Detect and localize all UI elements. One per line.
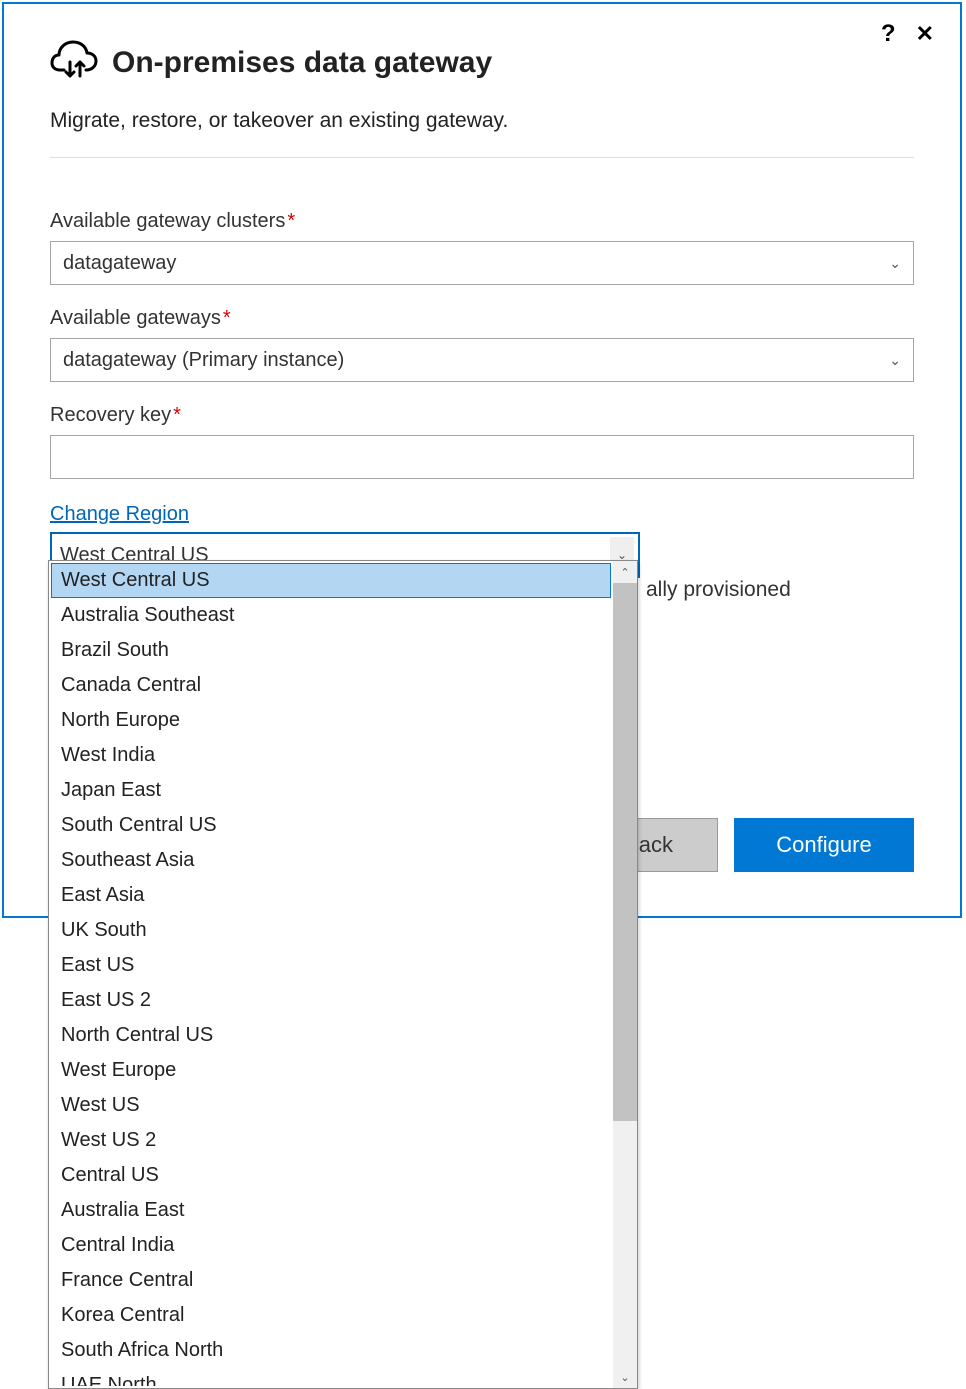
region-option[interactable]: South Africa North	[51, 1333, 611, 1368]
required-asterisk: *	[287, 210, 295, 232]
gateways-group: Available gateways* datagateway (Primary…	[50, 307, 914, 382]
region-option[interactable]: East US	[51, 948, 611, 983]
recovery-group: Recovery key*	[50, 404, 914, 479]
dialog-header: On-premises data gateway	[50, 38, 914, 87]
recovery-key-input[interactable]	[50, 435, 914, 479]
configure-button[interactable]: Configure	[734, 818, 914, 872]
chevron-down-icon: ⌄	[889, 352, 901, 369]
region-option[interactable]: West US 2	[51, 1123, 611, 1158]
region-option[interactable]: Brazil South	[51, 633, 611, 668]
gateways-label: Available gateways*	[50, 307, 914, 330]
region-option[interactable]: Australia East	[51, 1193, 611, 1228]
clusters-group: Available gateway clusters* datagateway …	[50, 210, 914, 285]
region-option[interactable]: North Europe	[51, 703, 611, 738]
required-asterisk: *	[223, 307, 231, 329]
gateways-select[interactable]: datagateway (Primary instance) ⌄	[50, 338, 914, 382]
region-option[interactable]: Japan East	[51, 773, 611, 808]
scroll-up-arrow[interactable]: ⌃	[613, 561, 637, 583]
region-option[interactable]: UK South	[51, 913, 611, 948]
region-option[interactable]: West US	[51, 1088, 611, 1123]
clusters-label-text: Available gateway clusters	[50, 210, 285, 232]
region-option[interactable]: Australia Southeast	[51, 598, 611, 633]
recovery-label: Recovery key*	[50, 404, 914, 427]
region-option[interactable]: Central India	[51, 1228, 611, 1263]
region-option[interactable]: West Central US	[51, 563, 611, 598]
region-option[interactable]: East US 2	[51, 983, 611, 1018]
configure-button-label: Configure	[776, 832, 871, 858]
close-icon[interactable]: ✕	[914, 21, 936, 47]
region-option[interactable]: Central US	[51, 1158, 611, 1193]
region-option[interactable]: West India	[51, 738, 611, 773]
scroll-track[interactable]	[613, 1121, 637, 1366]
scrollbar[interactable]: ⌃ ⌄	[613, 561, 637, 1388]
region-option[interactable]: West Europe	[51, 1053, 611, 1088]
gateways-label-text: Available gateways	[50, 307, 221, 329]
recovery-label-text: Recovery key	[50, 404, 171, 426]
scroll-down-arrow[interactable]: ⌄	[613, 1366, 637, 1388]
region-option[interactable]: Southeast Asia	[51, 843, 611, 878]
clusters-value: datagateway	[63, 252, 176, 275]
back-button-label: ack	[639, 832, 673, 858]
region-dropdown-list: West Central USAustralia SoutheastBrazil…	[49, 561, 613, 1388]
region-option[interactable]: East Asia	[51, 878, 611, 913]
change-region-link[interactable]: Change Region	[50, 503, 189, 526]
cloud-gateway-icon	[50, 38, 98, 87]
clusters-select[interactable]: datagateway ⌄	[50, 241, 914, 285]
region-option[interactable]: Canada Central	[51, 668, 611, 703]
region-option[interactable]: France Central	[51, 1263, 611, 1298]
required-asterisk: *	[173, 404, 181, 426]
form: Available gateway clusters* datagateway …	[50, 210, 914, 578]
dialog-subtitle: Migrate, restore, or takeover an existin…	[50, 109, 914, 133]
clusters-label: Available gateway clusters*	[50, 210, 914, 233]
provisioned-hint-partial: ally provisioned	[646, 578, 791, 602]
gateways-value: datagateway (Primary instance)	[63, 349, 344, 372]
dialog-title: On-premises data gateway	[112, 46, 492, 80]
help-icon[interactable]: ?	[881, 20, 896, 48]
region-option[interactable]: UAE North	[51, 1368, 611, 1386]
dialog-controls: ? ✕	[881, 20, 936, 48]
header-divider	[50, 157, 914, 158]
region-option[interactable]: South Central US	[51, 808, 611, 843]
region-dropdown: West Central USAustralia SoutheastBrazil…	[48, 560, 638, 1389]
scroll-thumb[interactable]	[613, 583, 637, 1121]
chevron-down-icon: ⌄	[889, 255, 901, 272]
region-option[interactable]: North Central US	[51, 1018, 611, 1053]
region-option[interactable]: Korea Central	[51, 1298, 611, 1333]
